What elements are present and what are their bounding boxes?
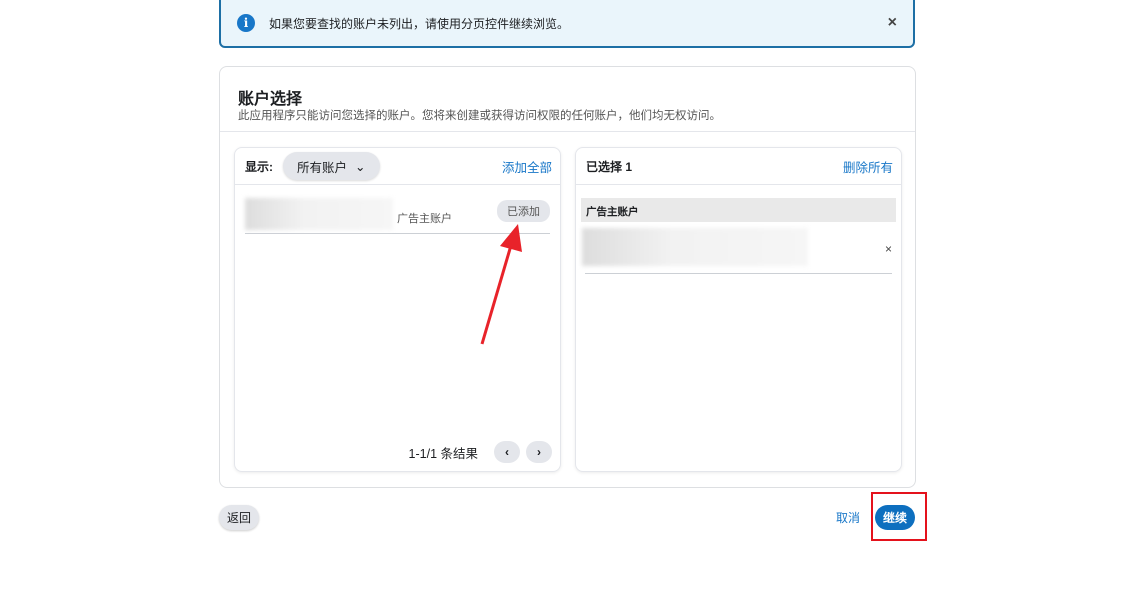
page-subtitle: 此应用程序只能访问您选择的账户。您将来创建或获得访问权限的任何账户，他们均无权访…	[238, 110, 721, 122]
selected-account-row: ×	[582, 228, 892, 274]
highlight-box-annotation	[871, 492, 927, 541]
section-header: 广告主账户	[581, 198, 896, 222]
add-all-link[interactable]: 添加全部	[502, 157, 552, 176]
added-badge: 已添加	[497, 200, 550, 222]
chevron-down-icon: ⌄	[355, 159, 366, 174]
next-page-button[interactable]: ›	[526, 441, 552, 463]
divider	[220, 131, 915, 132]
redacted-account-name	[245, 198, 393, 230]
filter-dropdown[interactable]: 所有账户 ⌄	[283, 152, 380, 180]
cancel-button[interactable]: 取消	[828, 505, 868, 530]
redacted-account-name	[582, 228, 808, 266]
page-title: 账户选择	[238, 91, 303, 108]
account-selection-card: 账户选择 此应用程序只能访问您选择的账户。您将来创建或获得访问权限的任何账户，他…	[219, 66, 916, 488]
back-button[interactable]: 返回	[219, 505, 260, 530]
pagination-text: 1-1/1 条结果	[408, 446, 478, 461]
info-icon: i	[237, 14, 255, 32]
remove-icon[interactable]: ×	[885, 242, 892, 256]
selected-count: 已选择 1	[586, 159, 633, 174]
red-arrow-annotation	[480, 224, 522, 345]
prev-page-button[interactable]: ‹	[494, 441, 520, 463]
filter-value: 所有账户	[297, 160, 348, 175]
remove-all-link[interactable]: 删除所有	[843, 157, 893, 176]
info-banner: i 如果您要查找的账户未列出，请使用分页控件继续浏览。 ×	[219, 0, 915, 48]
banner-text: 如果您要查找的账户未列出，请使用分页控件继续浏览。	[269, 16, 570, 31]
close-icon[interactable]: ×	[888, 14, 897, 32]
selected-accounts-panel: 已选择 1 删除所有 广告主账户 ×	[575, 147, 902, 472]
account-type: 广告主账户	[397, 213, 452, 225]
show-label: 显示:	[245, 159, 273, 174]
